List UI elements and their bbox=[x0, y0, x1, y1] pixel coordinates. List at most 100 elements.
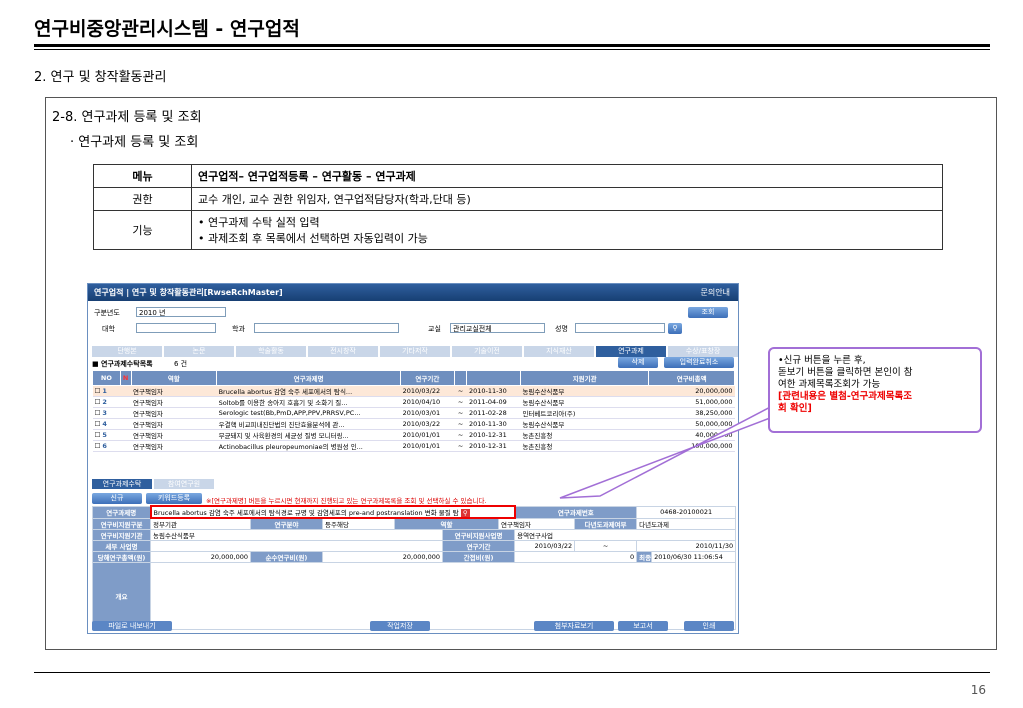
f-name-label: 연구과제명 bbox=[92, 505, 151, 519]
year-value: 2010 년 bbox=[139, 309, 166, 317]
row-cell: 2010-12-31 bbox=[466, 440, 521, 452]
role-select[interactable]: 연구책임자 bbox=[497, 517, 576, 530]
info-table: 메뉴 연구업적– 연구업적등록 – 연구활동 – 연구과제 권한 교수 개인, … bbox=[93, 164, 943, 250]
new-button[interactable]: 신규 bbox=[92, 493, 142, 504]
tab-category-7[interactable]: 연구과제 bbox=[596, 346, 666, 357]
row-no[interactable]: ☐ 6 bbox=[92, 440, 121, 452]
f-biz-value[interactable]: 용역연구사업 bbox=[514, 529, 737, 541]
table-row[interactable]: ☐ 4 연구책임자 우결핵 비교피내진단법의 진단효율분석에 관... 2010/03… bbox=[92, 418, 735, 430]
footer-rule bbox=[34, 672, 990, 673]
tab-project-contract[interactable]: 연구과제수탁 bbox=[92, 479, 152, 489]
row-cell: ~ bbox=[454, 429, 467, 441]
f-summary-label: 개요 bbox=[92, 562, 151, 630]
dept-select[interactable] bbox=[254, 323, 399, 333]
search-button[interactable]: 조회 bbox=[688, 307, 728, 318]
grid-header-cell: 역할 bbox=[130, 370, 218, 386]
sub-project-input[interactable] bbox=[150, 540, 443, 552]
form-row-sub: 세부 사업명 연구기간 2010/03/22 ~ 2010/11/30 bbox=[92, 540, 737, 552]
table-row[interactable]: ☐ 1 연구책임자 Brucella abortus 감염 숙주 세포에서의 탐식.… bbox=[92, 385, 735, 397]
multiyear-select[interactable]: 다년도과제 bbox=[636, 517, 737, 530]
magnifier-button[interactable]: ⚲ bbox=[668, 323, 682, 334]
delete-button[interactable]: 삭제 bbox=[618, 357, 658, 368]
cancel-completion-button[interactable]: 입력완료취소 bbox=[664, 357, 734, 368]
tab-category-4[interactable]: 기타저작 bbox=[380, 346, 450, 357]
f-indirect-value[interactable]: 0 bbox=[514, 551, 638, 563]
f-agency-label: 연구비지원기관 bbox=[92, 529, 151, 541]
f-total-value[interactable]: 20,000,000 bbox=[150, 551, 251, 563]
tab-category-3[interactable]: 전시창작 bbox=[308, 346, 378, 357]
auth-value: 교수 개인, 교수 권한 위임자, 연구업적담당자(학과,단대 등) bbox=[191, 187, 943, 211]
callout-line-1: •신규 버튼을 누른 후, bbox=[778, 355, 866, 366]
help-link[interactable]: 문의안내 bbox=[701, 284, 730, 301]
menu-label: 메뉴 bbox=[93, 164, 192, 188]
field-select[interactable]: 등주해당 bbox=[322, 517, 395, 530]
func-label: 기능 bbox=[93, 210, 192, 250]
print-button[interactable]: 인쇄 bbox=[684, 621, 734, 631]
row-cell: 연구책임자 bbox=[131, 407, 217, 419]
f-end[interactable]: 2010/11/30 bbox=[636, 540, 737, 552]
f-start[interactable]: 2010/03/22 bbox=[514, 540, 576, 552]
tab-category-5[interactable]: 기술이전 bbox=[452, 346, 522, 357]
row-number: 5 bbox=[102, 431, 107, 439]
row-number: 3 bbox=[102, 409, 107, 417]
save-work-button[interactable]: 작업저장 bbox=[370, 621, 430, 631]
row-no[interactable]: ☐ 2 bbox=[92, 396, 121, 408]
grid-header-cell: 연구기간 bbox=[400, 370, 455, 386]
office-select[interactable]: 관리교실전체 bbox=[450, 323, 545, 333]
summary-textarea[interactable] bbox=[149, 562, 737, 630]
table-row[interactable]: ☐ 3 연구책임자 Serologic test(Bb,PmD,APP,PPV,PR… bbox=[92, 407, 735, 419]
tab-category-2[interactable]: 학술활동 bbox=[236, 346, 306, 357]
table-row[interactable]: ☐ 6 연구책임자 Actinobacillus pleuropeumoniae의 … bbox=[92, 440, 735, 452]
row-flag bbox=[120, 429, 131, 441]
project-name-field[interactable]: Brucella abortus 감염 숙주 세포에서의 탐식경로 규명 및 감… bbox=[149, 505, 516, 519]
name-input[interactable] bbox=[575, 323, 665, 333]
func-line-2: • 과제조회 후 목록에서 선택하면 자동입력이 가능 bbox=[198, 232, 428, 245]
app-title: 연구업적 | 연구 및 창작활동관리[RwseRchMaster] bbox=[94, 288, 283, 297]
row-no[interactable]: ☐ 5 bbox=[92, 429, 121, 441]
report-button[interactable]: 보고서 bbox=[618, 621, 668, 631]
callout-line-4: [관련내용은 별첨-연구과제목록조 bbox=[778, 391, 912, 402]
tab-category-0[interactable]: 단행본 bbox=[92, 346, 162, 357]
func-line-1: • 연구과제 수탁 실적 입력 bbox=[198, 216, 320, 229]
f-role-label: 역할 bbox=[394, 517, 499, 530]
row-cell: 농촌진흥청 bbox=[520, 440, 649, 452]
row-cell: 연구책임자 bbox=[131, 440, 217, 452]
f-net-value[interactable]: 20,000,000 bbox=[322, 551, 443, 563]
row-cell: ~ bbox=[454, 385, 467, 397]
row-number: 2 bbox=[102, 398, 107, 406]
tab-category-1[interactable]: 논문 bbox=[164, 346, 234, 357]
f-sub-label: 세부 사업명 bbox=[92, 540, 151, 552]
table-row[interactable]: ☐ 5 연구책임자 무균돼지 및 사육환경의 세균성 질병 모니터링... 2010/… bbox=[92, 429, 735, 441]
grid-body: ☐ 1 연구책임자 Brucella abortus 감염 숙주 세포에서의 탐식.… bbox=[92, 385, 735, 452]
row-cell: 2010/03/01 bbox=[400, 407, 455, 419]
view-attachments-button[interactable]: 첨부자료보기 bbox=[534, 621, 614, 631]
row-cell: 연구책임자 bbox=[131, 385, 217, 397]
grid-header-cell: NO bbox=[92, 370, 121, 386]
form-row-agency: 연구비지원기관 농림수산식품부 연구비지원사업명 용역연구사업 bbox=[92, 529, 737, 541]
grid-header-cell bbox=[466, 370, 521, 386]
row-no[interactable]: ☐ 1 bbox=[92, 385, 121, 397]
college-select[interactable] bbox=[136, 323, 216, 333]
f-support-value: 정부기관 bbox=[153, 521, 177, 529]
export-file-button[interactable]: 파일로 내보내기 bbox=[92, 621, 172, 631]
notice-text: ※[연구과제명] 버튼을 누르시면 현재까지 진행되고 있는 연구과제목록을 조… bbox=[206, 497, 487, 505]
row-no[interactable]: ☐ 4 bbox=[92, 418, 121, 430]
row-cell: 농림수산식품부 bbox=[520, 396, 649, 408]
row-number: 6 bbox=[102, 442, 107, 450]
grid-header-cell: N bbox=[119, 370, 132, 386]
tab-participants[interactable]: 참여연구원 bbox=[154, 479, 214, 489]
keyword-button[interactable]: 키워드등록 bbox=[146, 493, 202, 504]
table-row[interactable]: ☐ 2 연구책임자 Soltob를 이용한 송아지 호흡기 및 소화기 질... 20… bbox=[92, 396, 735, 408]
support-select[interactable]: 정부기관 bbox=[150, 517, 251, 530]
f-final-value: 2010/06/30 11:06:54 bbox=[651, 551, 737, 563]
project-search-icon[interactable]: ⚲ bbox=[460, 509, 470, 516]
tab-category-8[interactable]: 수상/표창장 bbox=[668, 346, 738, 357]
row-no[interactable]: ☐ 3 bbox=[92, 407, 121, 419]
form-row-summary: 개요 bbox=[92, 562, 737, 630]
tab-category-6[interactable]: 지식재산 bbox=[524, 346, 594, 357]
f-agency-value[interactable]: 농림수산식품부 bbox=[150, 529, 443, 541]
row-cell: Brucella abortus 감염 숙주 세포에서의 탐식... bbox=[216, 385, 401, 397]
row-cell: 인터베트코리아(주) bbox=[520, 407, 649, 419]
year-select[interactable]: 2010 년 bbox=[136, 307, 226, 317]
callout-line-3: 여한 과제목록조회가 가능 bbox=[778, 379, 881, 390]
